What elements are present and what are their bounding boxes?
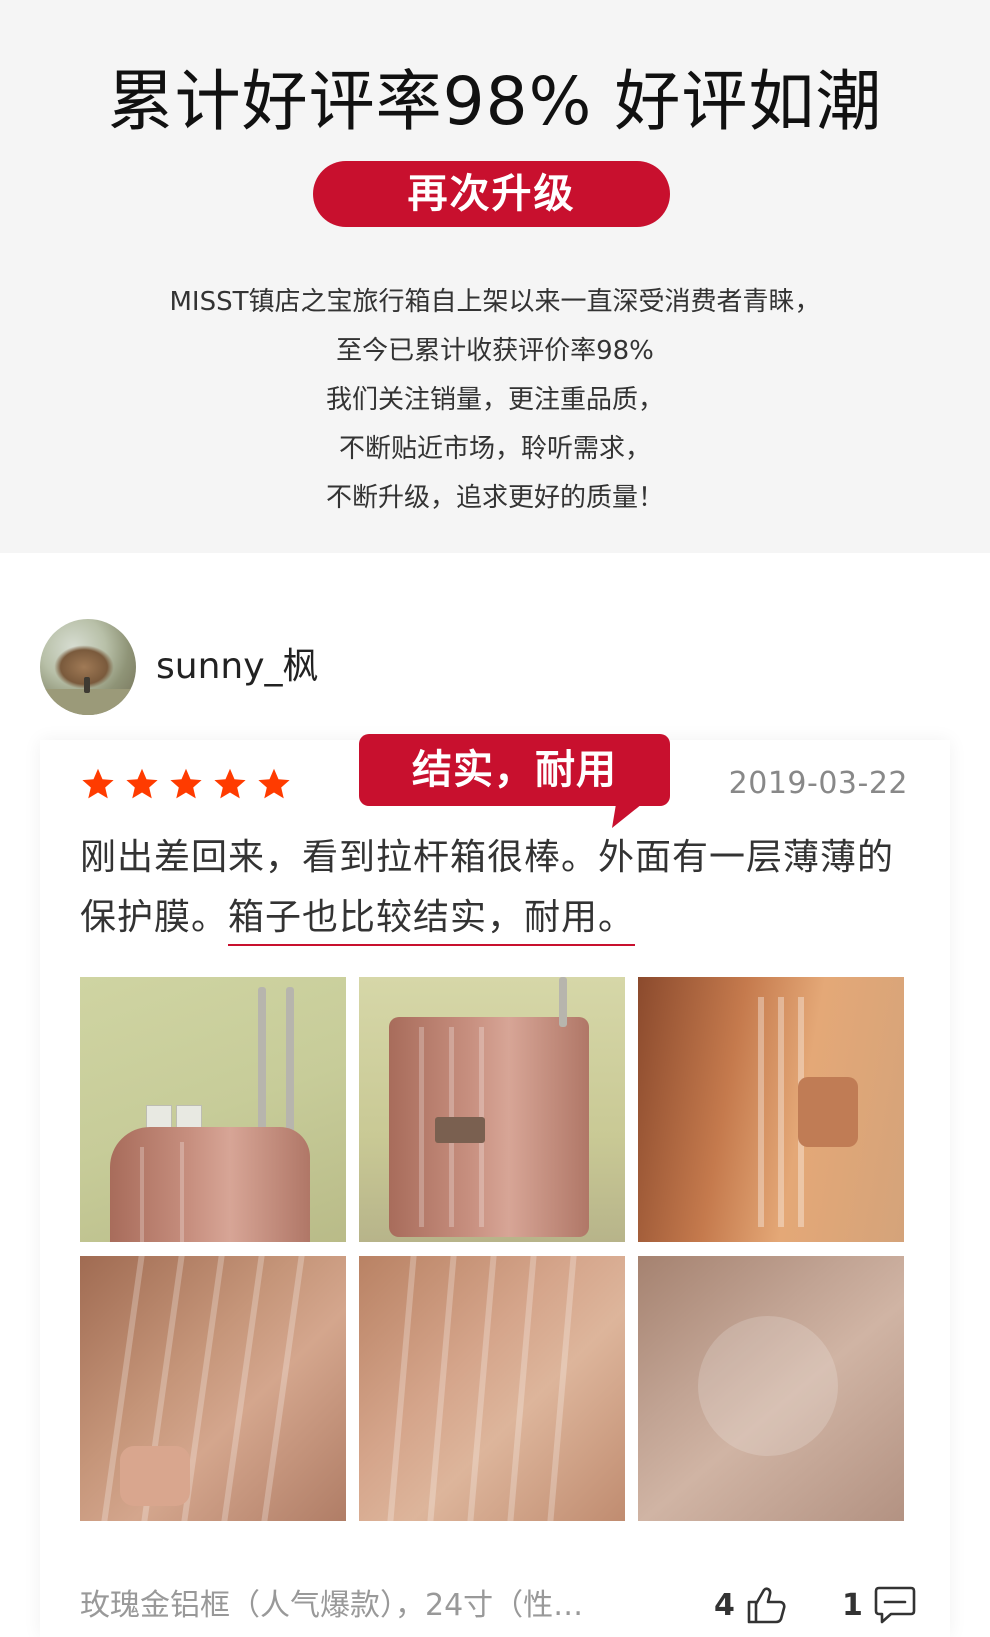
star-icon	[214, 768, 246, 799]
like-button[interactable]: 4	[714, 1582, 787, 1628]
review-tag-callout: 结实，耐用	[359, 734, 670, 806]
description-line: 不断贴近市场，聆听需求，	[338, 434, 651, 464]
thumbs-up-icon	[747, 1587, 786, 1624]
like-count: 4	[714, 1587, 735, 1623]
description-line: 我们关注销量，更注重品质，	[325, 385, 664, 415]
description-line: 不断升级，追求更好的质量！	[325, 483, 664, 513]
review-photo-grid	[80, 977, 904, 1521]
star-icon	[170, 768, 202, 799]
star-icon	[82, 768, 114, 799]
callout-tail-icon	[612, 804, 642, 828]
reviewer-header: sunny_枫	[40, 619, 319, 715]
description-line: MISST镇店之宝旅行箱自上架以来一直深受消费者青睐，	[169, 287, 821, 317]
avatar[interactable]	[40, 619, 136, 715]
review-photo[interactable]	[359, 977, 625, 1242]
reviewer-name[interactable]: sunny_枫	[156, 645, 319, 689]
star-icon	[258, 768, 290, 799]
banner-title: 累计好评率98% 好评如潮	[107, 63, 883, 140]
comment-button[interactable]: 1	[842, 1582, 917, 1628]
review-photo[interactable]	[359, 1256, 625, 1521]
description-line: 至今已累计收获评价率98%	[336, 336, 654, 366]
review-photo[interactable]	[80, 1256, 346, 1521]
review-date: 2019-03-22	[728, 766, 908, 801]
product-spec: 玫瑰金铝框（人气爆款），24寸（性…	[80, 1588, 584, 1623]
star-icon	[126, 768, 158, 799]
rating-stars	[80, 766, 292, 802]
promo-banner: 累计好评率98% 好评如潮 再次升级 MISST镇店之宝旅行箱自上架以来一直深受…	[0, 0, 990, 553]
comment-bubble-icon	[874, 1586, 916, 1624]
review-photo[interactable]	[638, 1256, 904, 1521]
review-photo[interactable]	[80, 977, 346, 1242]
review-text-highlight: 箱子也比较结实，耐用。	[228, 897, 636, 946]
review-photo[interactable]	[638, 977, 904, 1242]
review-text: 刚出差回来，看到拉杆箱很棒。外面有一层薄薄的保护膜。箱子也比较结实，耐用。	[80, 828, 910, 948]
comment-count: 1	[842, 1587, 863, 1623]
upgrade-badge: 再次升级	[313, 161, 670, 227]
banner-description: MISST镇店之宝旅行箱自上架以来一直深受消费者青睐， 至今已累计收获评价率98…	[0, 278, 990, 523]
